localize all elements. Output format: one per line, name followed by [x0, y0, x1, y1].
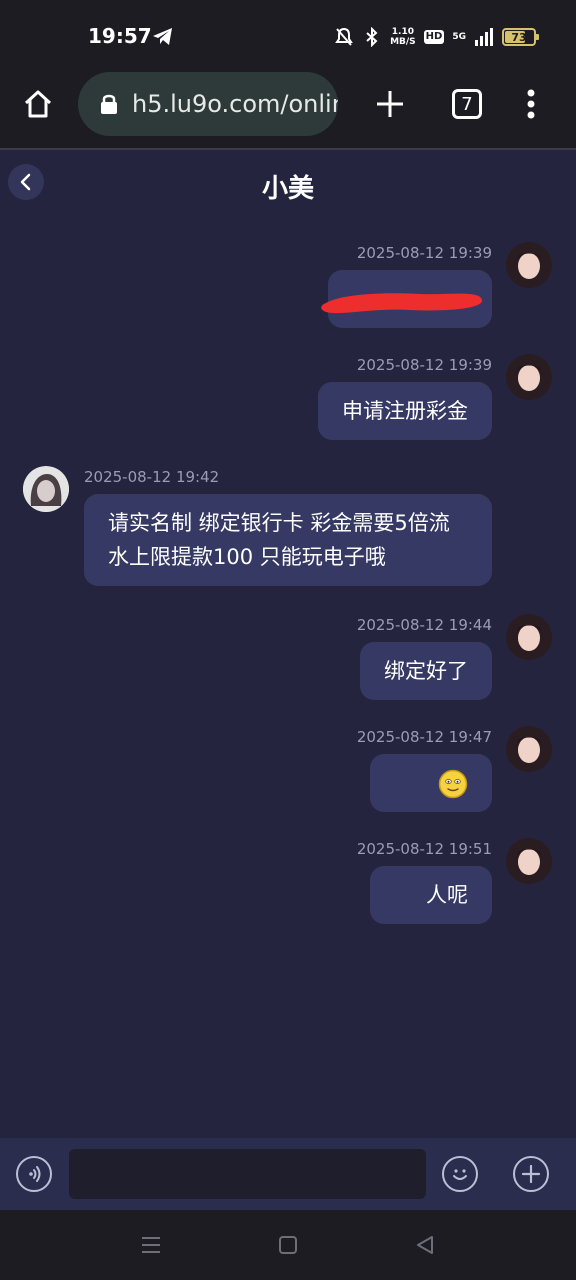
home-nav-icon[interactable] — [277, 1234, 299, 1256]
more-vert-icon — [527, 89, 535, 119]
battery-cap — [536, 34, 539, 40]
self-avatar[interactable] — [506, 614, 552, 660]
status-indicators: 1.10 MB/S HD 5G 73 — [334, 22, 539, 52]
avatar-portrait-icon — [23, 466, 69, 512]
more-options-button[interactable] — [513, 1156, 549, 1192]
tab-switcher-button[interactable]: 7 — [452, 89, 482, 119]
plus-icon — [377, 91, 403, 117]
avatar-portrait-icon — [506, 354, 552, 400]
message-timestamp: 2025-08-12 19:39 — [356, 244, 492, 262]
message-list[interactable]: 2025-08-12 19:39 2025-08-12 19:39 申请注册彩金 — [0, 218, 576, 1138]
avatar-portrait-icon — [506, 838, 552, 884]
network-speed-value: 1.10 — [391, 27, 414, 37]
network-speed-unit: MB/S — [390, 37, 416, 47]
avatar-portrait-icon — [506, 726, 552, 772]
browser-toolbar: h5.lu9o.com/onlir 7 — [0, 72, 576, 148]
redaction-mark — [321, 293, 483, 314]
back-nav-icon[interactable] — [414, 1234, 436, 1256]
self-avatar[interactable] — [506, 726, 552, 772]
message-bubble-emoji[interactable] — [370, 754, 492, 812]
url-bar[interactable]: h5.lu9o.com/onlir — [78, 72, 338, 136]
message-item: 2025-08-12 19:47 — [0, 726, 576, 818]
self-avatar[interactable] — [506, 838, 552, 884]
message-item: 2025-08-12 19:51 人呢 — [0, 838, 576, 930]
message-bubble[interactable]: 绑定好了 — [360, 642, 492, 700]
message-item: 2025-08-12 19:39 申请注册彩金 — [0, 354, 576, 446]
message-bubble[interactable]: 人呢 — [370, 866, 492, 924]
signal-icon — [475, 28, 493, 46]
chat-input-bar — [0, 1138, 576, 1210]
emoji-button[interactable] — [442, 1156, 478, 1192]
battery-level: 73 — [511, 30, 527, 44]
message-item: 2025-08-12 19:39 — [0, 242, 576, 334]
avatar-portrait-icon — [506, 614, 552, 660]
contact-avatar[interactable] — [23, 466, 69, 512]
message-timestamp: 2025-08-12 19:44 — [356, 616, 492, 634]
message-timestamp: 2025-08-12 19:42 — [84, 468, 220, 486]
status-bar: 19:57 1.10 MB/S HD 5G 73 — [0, 0, 576, 72]
message-text-line: 水上限提款100 只能玩电子哦 — [108, 545, 386, 569]
self-avatar[interactable] — [506, 354, 552, 400]
message-timestamp: 2025-08-12 19:47 — [356, 728, 492, 746]
self-avatar[interactable] — [506, 242, 552, 288]
message-timestamp: 2025-08-12 19:39 — [356, 356, 492, 374]
url-text: h5.lu9o.com/onlir — [132, 90, 338, 118]
tab-count: 7 — [461, 93, 473, 115]
emoji-icon — [453, 1169, 467, 1180]
home-icon — [24, 90, 52, 118]
hd-badge: HD — [423, 30, 445, 44]
screen: 19:57 1.10 MB/S HD 5G 73 h5.lu9o.com/onl… — [0, 0, 576, 1280]
browser-menu-button[interactable] — [520, 86, 542, 122]
status-time: 19:57 — [88, 24, 152, 48]
message-text-line: 请实名制 绑定银行卡 彩金需要5倍流 — [108, 511, 450, 535]
voice-icon — [29, 1166, 41, 1182]
message-bubble[interactable]: 申请注册彩金 — [318, 382, 492, 440]
message-item: 2025-08-12 19:44 绑定好了 — [0, 614, 576, 706]
smile-emoji-icon — [438, 769, 468, 799]
bluetooth-icon — [366, 27, 378, 47]
mute-bell-icon — [335, 27, 353, 46]
home-button[interactable] — [20, 86, 56, 122]
lock-icon — [101, 94, 117, 114]
voice-button[interactable] — [16, 1156, 52, 1192]
recent-apps-icon[interactable] — [140, 1234, 162, 1256]
chat-title: 小美 — [261, 174, 314, 204]
system-navigation-bar — [0, 1210, 576, 1280]
new-tab-button[interactable] — [372, 86, 408, 122]
avatar-portrait-icon — [506, 242, 552, 288]
plus-circle-icon — [521, 1164, 541, 1184]
telegram-icon — [153, 28, 172, 45]
message-bubble[interactable]: 请实名制 绑定银行卡 彩金需要5倍流 水上限提款100 只能玩电子哦 — [84, 494, 492, 586]
5g-label: 5G — [452, 32, 466, 42]
message-input[interactable] — [69, 1149, 426, 1199]
chat-header: 小美 — [0, 150, 576, 218]
message-timestamp: 2025-08-12 19:51 — [356, 840, 492, 858]
message-bubble-redacted[interactable] — [321, 270, 492, 328]
message-item: 2025-08-12 19:42 请实名制 绑定银行卡 彩金需要5倍流 水上限提… — [0, 466, 576, 596]
network-speed: 1.10 MB/S — [390, 27, 416, 47]
battery-indicator: 73 — [502, 28, 539, 46]
